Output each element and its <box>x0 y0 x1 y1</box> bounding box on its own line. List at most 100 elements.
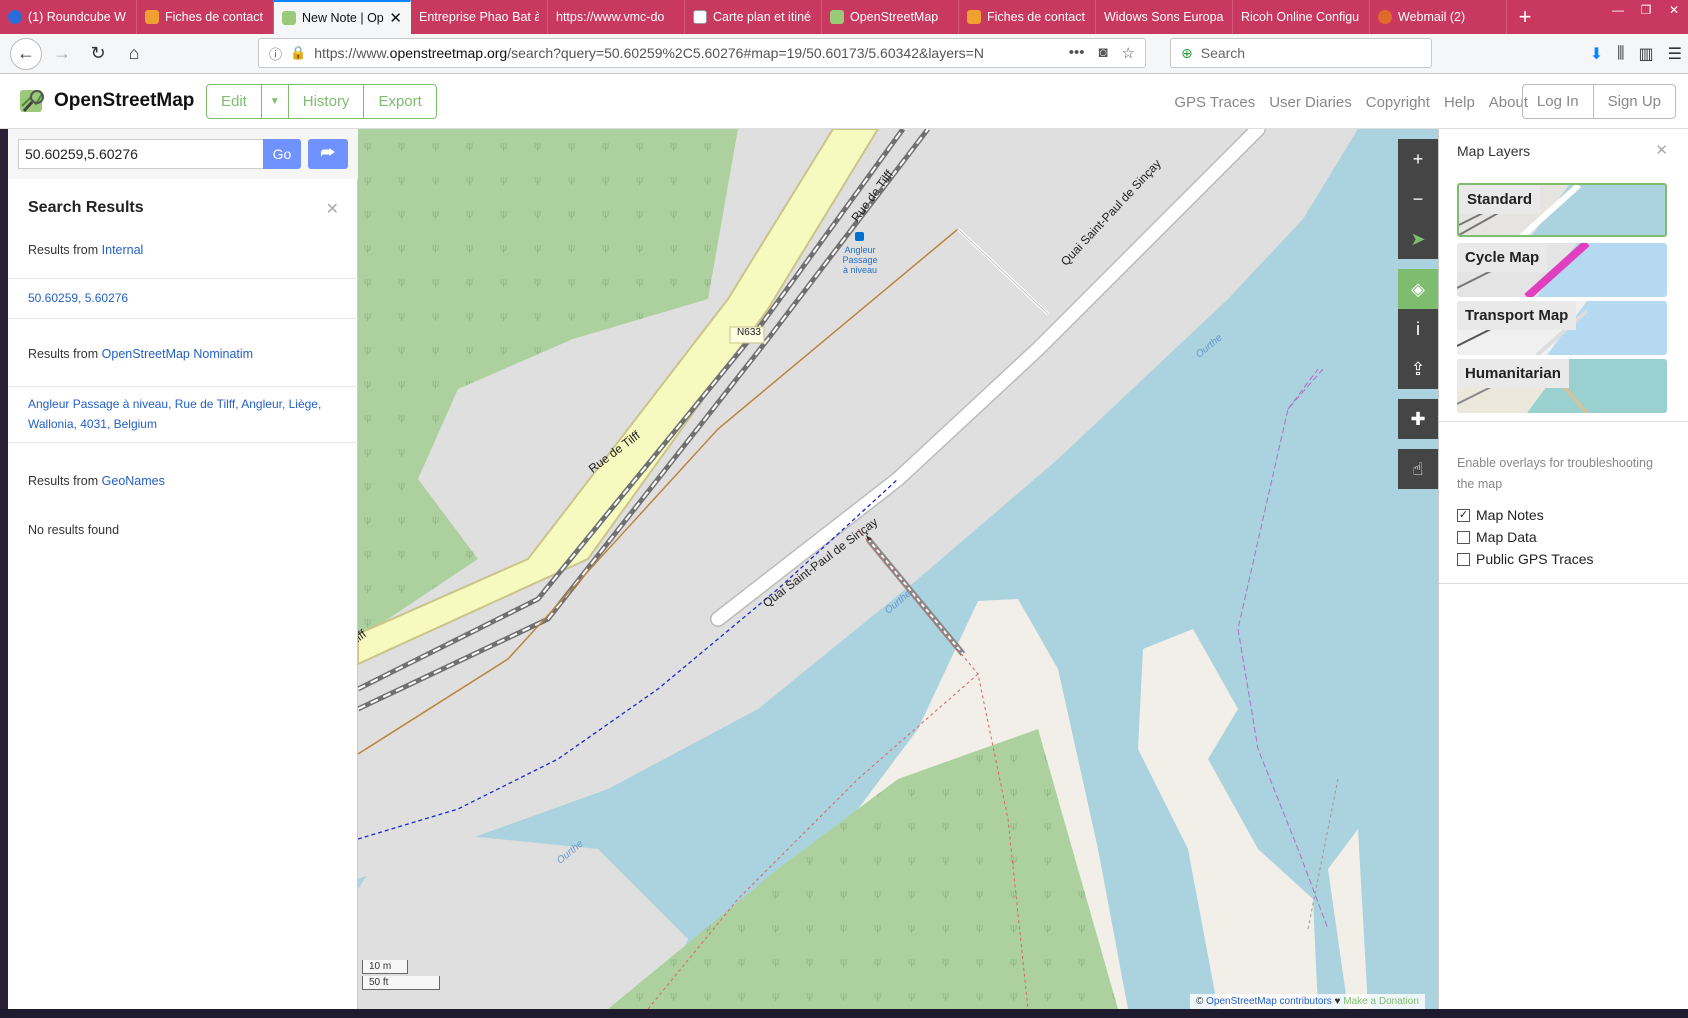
browser-tab[interactable]: OpenStreetMap <box>822 0 959 34</box>
browser-search-input[interactable]: ⊕ Search <box>1170 38 1432 68</box>
map-data-checkbox[interactable] <box>1457 530 1470 544</box>
layer-label: Standard <box>1459 185 1541 214</box>
source-link-nominatim[interactable]: OpenStreetMap Nominatim <box>102 347 253 361</box>
browser-tab[interactable]: Fiches de contact <box>137 0 274 34</box>
map-key-button[interactable]: i <box>1398 309 1438 349</box>
directions-button[interactable]: ⮫ <box>308 139 348 169</box>
back-button[interactable]: ← <box>10 37 42 70</box>
layer-cycle-map[interactable]: Cycle Map <box>1457 243 1667 297</box>
browser-tab[interactable]: https://www.vmc-do <box>548 0 685 34</box>
download-icon[interactable]: ⬇ <box>1590 44 1603 64</box>
layers-icon: ◈ <box>1411 278 1425 299</box>
overlay-gps-traces[interactable]: Public GPS Traces <box>1457 551 1594 567</box>
close-icon[interactable]: ✕ <box>326 199 339 219</box>
layer-standard[interactable]: Standard <box>1457 183 1667 237</box>
close-icon[interactable]: ✕ <box>1655 141 1668 159</box>
divider <box>1439 583 1688 584</box>
attribution-link[interactable]: OpenStreetMap contributors <box>1206 996 1332 1007</box>
login-button[interactable]: Log In <box>1523 85 1594 118</box>
export-button[interactable]: Export <box>364 85 435 118</box>
search-input[interactable]: 50.60259,5.60276 <box>18 139 273 169</box>
browser-tab[interactable]: Webmail (2) <box>1370 0 1507 34</box>
locate-button[interactable]: ➤ <box>1398 219 1438 259</box>
new-tab-button[interactable]: + <box>1507 0 1543 34</box>
nav-link-copyright[interactable]: Copyright <box>1366 94 1430 111</box>
poi-label-angleur[interactable]: Angleur Passage à niveau <box>838 245 882 275</box>
search-result-item[interactable]: Angleur Passage à niveau, Rue de Tilff, … <box>8 387 358 443</box>
layer-humanitarian[interactable]: Humanitarian <box>1457 359 1667 413</box>
nav-link-gps-traces[interactable]: GPS Traces <box>1174 94 1255 111</box>
browser-tab[interactable]: Fiches de contact <box>959 0 1096 34</box>
history-button[interactable]: History <box>289 85 365 118</box>
add-note-button[interactable]: ✚ <box>1398 399 1438 439</box>
browser-tab[interactable]: Carte plan et itiné <box>685 0 822 34</box>
browser-tab[interactable]: Widows Sons Europa <box>1096 0 1233 34</box>
source-link-geonames[interactable]: GeoNames <box>102 474 165 488</box>
minimize-icon[interactable]: — <box>1604 0 1632 20</box>
close-tab-icon[interactable]: ✕ <box>389 9 402 27</box>
roundcube-icon <box>8 10 22 24</box>
tab-label: (1) Roundcube W <box>28 10 126 24</box>
reload-button[interactable]: ↻ <box>82 38 114 70</box>
url-bar[interactable]: ⓘ 🔒 https://www.openstreetmap.org/search… <box>258 38 1146 68</box>
plus-icon: + <box>1412 148 1424 169</box>
zoom-out-button[interactable]: − <box>1398 179 1438 219</box>
bookmark-star-icon[interactable]: ☆ <box>1122 44 1135 62</box>
go-button[interactable]: Go <box>263 139 301 169</box>
forward-button[interactable]: → <box>46 38 78 70</box>
osm-header: OpenStreetMap Edit ▼ History Export GPS … <box>0 74 1688 129</box>
osm-icon <box>830 10 844 24</box>
map-canvas[interactable]: ψ <box>358 129 1438 1009</box>
source-link-internal[interactable]: Internal <box>102 243 144 257</box>
map-notes-checkbox[interactable]: ✓ <box>1457 508 1470 522</box>
browser-tab[interactable]: Entreprise Phao Bat à <box>411 0 548 34</box>
scale-bar-metric: 10 m <box>362 960 408 974</box>
layer-transport-map[interactable]: Transport Map <box>1457 301 1667 355</box>
signup-button[interactable]: Sign Up <box>1594 85 1675 118</box>
search-placeholder: Search <box>1200 45 1246 61</box>
browser-tab[interactable]: (1) Roundcube W <box>0 0 137 34</box>
scale-bar-imperial: 50 ft <box>362 976 440 990</box>
lock-icon: 🔒 <box>290 45 307 60</box>
overlay-label: Map Notes <box>1476 507 1544 523</box>
browser-tab-active[interactable]: New Note | Op ✕ <box>274 0 411 34</box>
search-form: 50.60259,5.60276 Go ⮫ <box>8 129 358 179</box>
browser-tab-bar: (1) Roundcube W Fiches de contact New No… <box>0 0 1688 34</box>
menu-icon[interactable]: ☰ <box>1668 44 1682 64</box>
overlay-map-notes[interactable]: ✓ Map Notes <box>1457 507 1544 523</box>
edit-dropdown-icon[interactable]: ▼ <box>262 85 289 118</box>
layers-button[interactable]: ◈ <box>1398 269 1438 309</box>
os-taskbar <box>0 1009 1688 1018</box>
zoom-in-button[interactable]: + <box>1398 139 1438 179</box>
query-features-button[interactable]: ☝ <box>1398 449 1438 489</box>
window-controls: — ❐ ✕ <box>1604 0 1688 20</box>
search-result-item[interactable]: 50.60259, 5.60276 <box>8 279 358 319</box>
donate-link[interactable]: Make a Donation <box>1343 996 1419 1007</box>
close-window-icon[interactable]: ✕ <box>1660 0 1688 20</box>
add-note-icon: ✚ <box>1410 408 1426 429</box>
route-shield-n633: N633 <box>737 327 761 338</box>
nav-link-help[interactable]: Help <box>1444 94 1475 111</box>
search-icon: ⊕ <box>1181 44 1193 61</box>
share-button[interactable]: ⇪ <box>1398 349 1438 389</box>
pocket-icon[interactable]: ◙ <box>1098 44 1107 62</box>
info-icon[interactable]: ⓘ <box>269 44 282 63</box>
map-attribution: © OpenStreetMap contributors ♥ Make a Do… <box>1190 994 1425 1009</box>
arrow-left-icon: ← <box>17 43 35 63</box>
tab-label: Ricoh Online Configu <box>1241 10 1360 24</box>
tab-label: Webmail (2) <box>1398 10 1466 24</box>
osm-logo[interactable]: OpenStreetMap <box>18 86 194 116</box>
browser-tab[interactable]: Ricoh Online Configu <box>1233 0 1370 34</box>
overlay-map-data[interactable]: Map Data <box>1457 529 1537 545</box>
home-button[interactable]: ⌂ <box>118 38 150 70</box>
gps-traces-checkbox[interactable] <box>1457 552 1470 566</box>
divider <box>1439 421 1688 422</box>
sidebar-toggle-icon[interactable]: ▥ <box>1639 44 1654 64</box>
layer-label: Cycle Map <box>1457 243 1548 272</box>
edit-button[interactable]: Edit <box>207 85 262 118</box>
tab-label: Fiches de contact <box>987 10 1085 24</box>
nav-link-user-diaries[interactable]: User Diaries <box>1269 94 1352 111</box>
library-icon[interactable]: ⫼ <box>1617 45 1624 63</box>
page-actions-icon[interactable]: ••• <box>1069 44 1085 62</box>
restore-icon[interactable]: ❐ <box>1632 0 1660 20</box>
